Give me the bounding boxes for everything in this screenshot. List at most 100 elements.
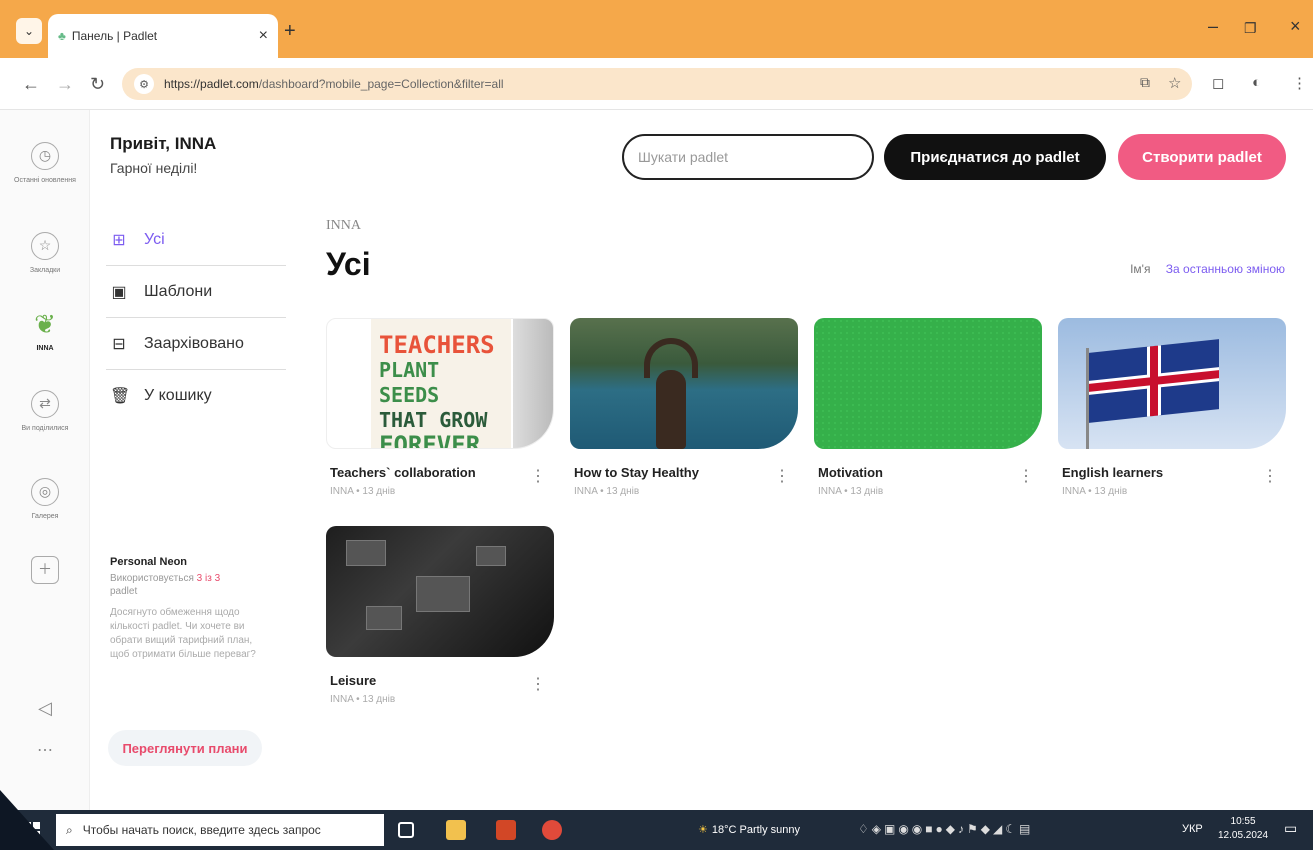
rail-bookmarks[interactable]: ☆ Закладки [0,232,90,275]
card-title: Motivation [818,465,883,480]
page-title: Усі [326,246,371,282]
nav-templates[interactable]: ▣ Шаблони [106,266,286,318]
poster-line: FOREVER [379,431,481,449]
padlet-card[interactable]: English learners INNA • 13 днів ⋮ [1058,318,1286,497]
rail-gallery[interactable]: ◎ Галерея [0,478,90,521]
rail-label: Останні оновлення [14,177,76,184]
powerpoint-icon[interactable] [496,820,516,840]
forward-icon[interactable]: → [56,74,74,95]
card-title: How to Stay Healthy [574,465,699,480]
photo-person [656,370,686,449]
search-icon: ⌕ [66,822,73,837]
card-more-icon[interactable]: ⋮ [774,466,790,486]
system-tray-icons[interactable]: ♢◈▣◉◉■●◆♪⚑◆◢☾▤ [858,822,1033,836]
file-explorer-icon[interactable] [446,820,466,840]
card-meta: INNA • 13 днів [818,486,884,497]
profile-icon[interactable]: ◐ [1252,74,1261,91]
create-padlet-button[interactable]: Створити padlet [1118,134,1286,180]
plan-description: Досягнуто обмеження щодо кількості padle… [110,607,256,660]
view-plans-button[interactable]: Переглянути плани [108,730,262,766]
circuit-chip [366,606,402,630]
rail-announcements[interactable]: ◁ [0,696,90,724]
window-close-icon[interactable]: × [1290,16,1301,37]
taskbar-search[interactable]: ⌕ Чтобы начать поиск, введите здесь запр… [56,814,384,846]
plan-usage-prefix: Використовується [110,573,197,584]
tab-title: Панель | Padlet [71,29,158,43]
back-icon[interactable]: ← [22,74,40,95]
menu-icon[interactable]: ⋮ [1292,74,1307,92]
more-dots-icon: ⋯ [37,742,53,759]
maximize-icon[interactable]: ❐ [1244,20,1257,37]
card-thumbnail: TEACHERS PLANT SEEDS THAT GROW FOREVER [326,318,554,449]
poster-line: PLANT SEEDS [379,358,440,407]
nav-label: Усі [144,230,165,248]
card-more-icon[interactable]: ⋮ [530,674,546,694]
uk-flag-image [1089,339,1219,423]
join-padlet-button[interactable]: Приєднатися до padlet [884,134,1106,180]
greeting-sub: Гарної неділі! [110,160,198,176]
padlet-card[interactable]: Leisure INNA • 13 днів ⋮ [326,526,554,705]
partly-sunny-icon: ☀ [698,824,708,836]
plan-usage-suffix: padlet [110,586,138,597]
browser-tab[interactable]: ♣ Панель | Padlet × [48,14,278,58]
sort-by-name[interactable]: Ім'я [1130,262,1150,276]
url-host: https://padlet.com [164,77,259,91]
plan-usage-count: 3 із 3 [196,573,221,584]
notification-icon[interactable]: ▭ [1284,820,1297,837]
sort-by-recent[interactable]: За останньою зміною [1166,262,1285,276]
tab-close-icon[interactable]: × [259,27,268,45]
add-padlet-icon: ＋ [31,556,59,584]
card-thumbnail [326,526,554,657]
rail-new-padlet[interactable]: ＋ [0,556,90,584]
padlet-card[interactable]: How to Stay Healthy INNA • 13 днів ⋮ [570,318,798,497]
nav-archived[interactable]: ⊟ Заархівовано [106,318,286,370]
weather-widget[interactable]: ☀ 18°C Partly sunny [698,823,800,836]
language-indicator[interactable]: УКР [1182,823,1203,835]
poster-line: THAT GROW [379,408,488,432]
cast-icon[interactable]: ⧉ [1140,74,1150,91]
padlet-card[interactable]: Motivation INNA • 13 днів ⋮ [814,318,1042,497]
card-meta: INNA • 13 днів [330,694,396,705]
circuit-chip [416,576,470,612]
clock-icon: ◷ [31,142,59,170]
minimize-icon[interactable]: – [1208,16,1218,37]
card-more-icon[interactable]: ⋮ [1262,466,1278,486]
new-tab-icon[interactable]: + [284,20,296,43]
rail-label: Закладки [29,267,61,274]
breadcrumb: INNA [326,218,361,233]
poster-line: TEACHERS [379,331,495,359]
plan-info: Personal Neon Використовується 3 із 3 pad… [110,556,270,662]
leaf-logo-icon: ❦ [34,309,56,339]
card-thumbnail [570,318,798,449]
tab-search-icon[interactable]: ⌄ [16,18,42,44]
nav-all[interactable]: ⊞ Усі [106,214,286,266]
rail-inna[interactable]: ❦ INNA [0,310,90,353]
task-view-icon[interactable] [398,822,414,838]
clock[interactable]: 10:55 12.05.2024 [1218,815,1268,843]
rail-recent[interactable]: ◷ Останні оновлення [0,142,90,185]
star-icon: ☆ [31,232,59,260]
sort-options: Ім'я За останньою зміною [1130,262,1285,276]
taskbar-search-text: Чтобы начать поиск, введите здесь запрос [82,823,321,837]
reload-icon[interactable]: ↻ [90,74,105,95]
extensions-icon[interactable]: ◻ [1212,74,1224,92]
circuit-chip [476,546,506,566]
clock-time: 10:55 [1230,816,1256,827]
greeting: Привіт, INNA Гарної неділі! [110,134,216,176]
card-more-icon[interactable]: ⋮ [1018,466,1034,486]
url-field[interactable]: ⚙ https://padlet.com/dashboard?mobile_pa… [122,68,1192,100]
site-info-icon[interactable]: ⚙ [134,74,154,94]
card-more-icon[interactable]: ⋮ [530,466,546,486]
bookmark-star-icon[interactable]: ☆ [1168,74,1181,92]
greeting-hello: Привіт, INNA [110,134,217,153]
rail-label: Ви поділилися [21,425,69,432]
search-input[interactable]: Шукати padlet [622,134,874,180]
left-rail: ◷ Останні оновлення ☆ Закладки ❦ INNA ⇄ … [0,110,90,810]
rail-shared[interactable]: ⇄ Ви поділилися [0,390,90,433]
padlet-card[interactable]: TEACHERS PLANT SEEDS THAT GROW FOREVER T… [326,318,554,497]
nav-trash[interactable]: 🗑 У кошику [106,370,286,422]
collection-nav: ⊞ Усі ▣ Шаблони ⊟ Заархівовано 🗑 У кошик… [106,214,286,422]
chrome-icon[interactable] [542,820,562,840]
poster-edge [513,319,553,448]
rail-more[interactable]: ⋯ [0,738,90,766]
